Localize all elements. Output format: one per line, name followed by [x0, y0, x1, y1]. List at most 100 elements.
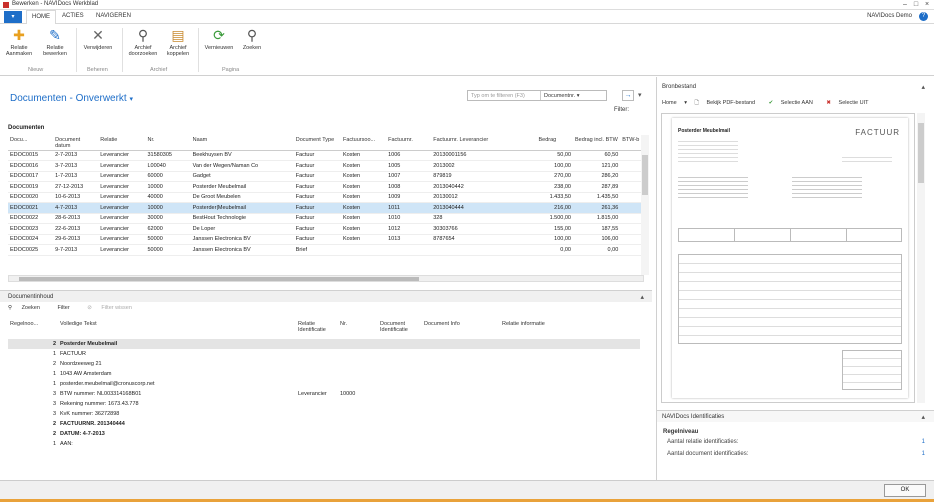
filter-button[interactable]: Filter: [57, 305, 77, 311]
archief-doorzoeken-button[interactable]: ⚲ Archief doorzoeken: [126, 27, 160, 57]
collapse-chevron-icon[interactable]: ▴: [921, 413, 925, 421]
table-row[interactable]: EDOC0025 9-7-2013 Leverancier 50000 Janssen …: [8, 244, 644, 256]
table-row[interactable]: EDOC0016 3-7-2013 Leverancier L00040 Van der…: [8, 160, 644, 172]
ok-button[interactable]: OK: [884, 484, 926, 497]
col-header[interactable]: Volledige Tekst: [58, 319, 296, 339]
table-cell: 3-7-2013: [53, 160, 99, 172]
table-cell: 100,00: [536, 234, 573, 245]
table-row[interactable]: 2 Noordzeeweg 21: [8, 359, 640, 369]
col-header[interactable]: Regelnoo...: [8, 319, 58, 339]
page-title[interactable]: Documenten - Onverwerkt ▾: [10, 93, 133, 104]
apply-filter-button[interactable]: →: [622, 90, 634, 101]
table-row[interactable]: 1 FACTUUR: [8, 349, 640, 359]
ribbon: ✚ Relatie Aanmaken ✎ Relatie bewerken ✕ Ver…: [0, 24, 934, 76]
vernieuwen-button[interactable]: ⟳ Vernieuwen: [202, 27, 236, 51]
relatie-bewerken-button[interactable]: ✎ Relatie bewerken: [40, 27, 70, 57]
col-header[interactable]: Factuurnr.: [386, 135, 432, 151]
table-cell: [500, 389, 640, 399]
table-cell: [338, 369, 378, 379]
table-row[interactable]: 1 posterder.meubelmail@cronuscorp.net: [8, 379, 640, 389]
home-menu[interactable]: Home ▾: [662, 100, 687, 106]
pdf-preview[interactable]: Posterder Meubelmail FACTUUR: [661, 113, 915, 403]
col-header[interactable]: Relatie informatie: [500, 319, 640, 339]
invoice-totals-table: [842, 350, 902, 390]
relatie-aanmaken-button[interactable]: ✚ Relatie Aanmaken: [4, 27, 34, 57]
documents-horizontal-scrollbar[interactable]: [8, 275, 644, 282]
filter-wissen-button[interactable]: ⊘ Filter wissen: [87, 305, 140, 311]
table-row[interactable]: EDOC0021 4-7-2013 Leverancier 10000 Posterde…: [8, 202, 644, 214]
tab-acties[interactable]: ACTIES: [62, 13, 84, 19]
table-row[interactable]: 2 Posterder Meubelmail: [8, 339, 640, 349]
collapse-chevron-icon[interactable]: ▴: [640, 293, 644, 301]
content-pane-header[interactable]: Documentinhoud ▴: [0, 290, 652, 302]
documents-vertical-scrollbar[interactable]: [641, 135, 649, 275]
col-header[interactable]: Factuursoo...: [340, 135, 387, 151]
selectie-aan-button[interactable]: ✔ Selectie AAN: [769, 100, 819, 106]
collapse-chevron-icon[interactable]: ▴: [921, 83, 925, 91]
table-row[interactable]: EDOC0022 28-6-2013 Leverancier 30000 BestHou…: [8, 213, 644, 224]
col-header[interactable]: Relatie Identificatie: [296, 319, 338, 339]
preview-vertical-scrollbar[interactable]: [917, 113, 925, 403]
col-header[interactable]: Relatie: [98, 135, 146, 151]
col-header[interactable]: Document Info: [422, 319, 500, 339]
table-row[interactable]: 3 Rekening nummer: 1673.43.778: [8, 399, 640, 409]
file-menu-button[interactable]: ▾: [4, 11, 22, 23]
col-header[interactable]: Nr.: [338, 319, 378, 339]
scroll-thumb[interactable]: [19, 277, 419, 281]
filter-field-select[interactable]: Documentnr. ▾: [540, 91, 582, 100]
chevron-down-icon[interactable]: ▾: [638, 91, 642, 99]
table-cell: EDOC0020: [8, 192, 54, 203]
col-header[interactable]: Docu...: [8, 135, 54, 151]
ident-header[interactable]: NAVIDocs Identificaties ▴: [657, 410, 934, 422]
table-row[interactable]: 3 KvK nummer: 36272898: [8, 409, 640, 419]
table-row[interactable]: 3 BTW nummer: NL003314168B01 Leverancier 10…: [8, 389, 640, 399]
tab-navigeren[interactable]: NAVIGEREN: [96, 13, 131, 19]
close-icon[interactable]: ×: [922, 1, 932, 9]
help-icon[interactable]: ?: [919, 12, 928, 21]
table-cell: 10000: [145, 181, 191, 193]
col-header[interactable]: Bedrag: [536, 135, 573, 151]
bron-header[interactable]: Bronbestand ▴: [657, 83, 934, 93]
table-cell: [338, 349, 378, 359]
archief-koppelen-button[interactable]: ▤ Archief koppelen: [162, 27, 194, 57]
table-row[interactable]: EDOC0020 10-6-2013 Leverancier 40000 De Groo…: [8, 192, 644, 203]
table-cell: 238,00: [536, 181, 573, 193]
maximize-icon[interactable]: □: [911, 1, 921, 9]
table-row[interactable]: EDOC0024 29-6-2013 Leverancier 50000 Janssen…: [8, 234, 644, 245]
tab-home[interactable]: HOME: [26, 10, 56, 25]
minimize-icon[interactable]: –: [900, 1, 910, 9]
selectie-uit-button[interactable]: ✖ Selectie UIT: [826, 100, 874, 106]
col-header[interactable]: Nr.: [145, 135, 191, 151]
table-cell: Beekhuysen BV: [190, 150, 294, 161]
relatie-aanmaken-label: Relatie Aanmaken: [5, 45, 33, 57]
table-row[interactable]: 2 FACTUURNR. 201340444: [8, 419, 640, 429]
scroll-thumb[interactable]: [918, 123, 924, 183]
table-row[interactable]: EDOC0019 27-12-2013 Leverancier 10000 Poster…: [8, 181, 644, 193]
ident-value-link[interactable]: 1: [922, 451, 925, 457]
table-row[interactable]: EDOC0017 1-7-2013 Leverancier 60000 Gadget Fa…: [8, 171, 644, 182]
chevron-down-icon[interactable]: ▾: [130, 96, 134, 103]
table-row[interactable]: 1 1043 AW Amsterdam: [8, 369, 640, 379]
zoeken-button[interactable]: ⚲ Zoeken: [238, 27, 266, 51]
table-cell: Janssen Electronica BV: [190, 234, 294, 245]
table-cell: [500, 429, 640, 439]
col-header[interactable]: Naam: [190, 135, 294, 151]
zoeken-button[interactable]: ⚲ Zoeken: [8, 305, 48, 311]
table-row[interactable]: 2 DATUM: 4-7-2013: [8, 429, 640, 439]
verwijderen-button[interactable]: ✕ Verwijderen: [80, 27, 116, 51]
table-row[interactable]: 1 AAN:: [8, 439, 640, 449]
filter-input[interactable]: Typ om te filteren (F3) Documentnr. ▾: [467, 90, 607, 101]
table-row[interactable]: EDOC0023 22-6-2013 Leverancier 62000 De Lope…: [8, 223, 644, 235]
table-row[interactable]: EDOC0015 2-7-2013 Leverancier 31580305 Beekh…: [8, 150, 644, 161]
col-header[interactable]: Factuurnr. Leverancier: [431, 135, 537, 151]
table-cell: 9-7-2013: [53, 244, 99, 256]
ident-value-link[interactable]: 1: [922, 439, 925, 445]
col-header[interactable]: Bedrag incl. BTW: [573, 135, 621, 151]
col-header[interactable]: Document datum: [53, 135, 99, 151]
col-header[interactable]: Document Identificatie: [378, 319, 422, 339]
user-name: NAVIDocs Demo: [867, 13, 912, 19]
table-cell: 8787654: [431, 234, 537, 245]
col-header[interactable]: Document Type: [293, 135, 341, 151]
view-pdf-button[interactable]: 🗋 Bekijk PDF-bestand: [695, 100, 762, 106]
scroll-thumb[interactable]: [642, 155, 648, 195]
